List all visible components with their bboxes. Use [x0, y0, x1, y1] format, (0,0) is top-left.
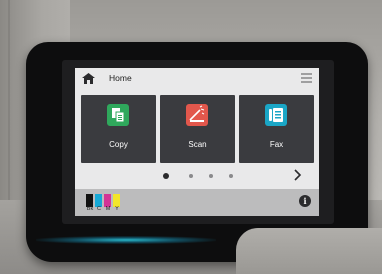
hamburger-menu-icon[interactable] [301, 73, 312, 83]
scan-label: Scan [188, 140, 207, 149]
fax-icon [265, 104, 287, 126]
printer-front-edge [236, 228, 382, 274]
page-dot-2[interactable] [189, 174, 193, 178]
status-bar: Bk C M Y i [75, 189, 319, 216]
page-dot-1[interactable] [163, 173, 169, 179]
ink-levels[interactable]: Bk C M Y [86, 194, 132, 213]
home-icon[interactable] [82, 73, 95, 84]
ink-label-yellow: Y [115, 206, 119, 212]
copy-icon [107, 104, 129, 126]
fax-label: Fax [269, 140, 284, 149]
page-dot-3[interactable] [209, 174, 213, 178]
fax-tile[interactable]: Fax [239, 95, 314, 163]
info-icon[interactable]: i [299, 195, 311, 207]
copy-label: Copy [109, 140, 128, 149]
scan-icon [186, 104, 208, 126]
copy-tile[interactable]: Copy [81, 95, 156, 163]
scan-tile[interactable]: Scan [160, 95, 235, 163]
page-dot-4[interactable] [229, 174, 233, 178]
page-title: Home [109, 73, 132, 83]
touch-screen: Home Copy Scan Fax Bk C M Y i [75, 68, 319, 216]
header-bar: Home [75, 68, 319, 90]
chevron-right-icon[interactable] [294, 169, 302, 181]
status-light-bar [36, 236, 216, 244]
